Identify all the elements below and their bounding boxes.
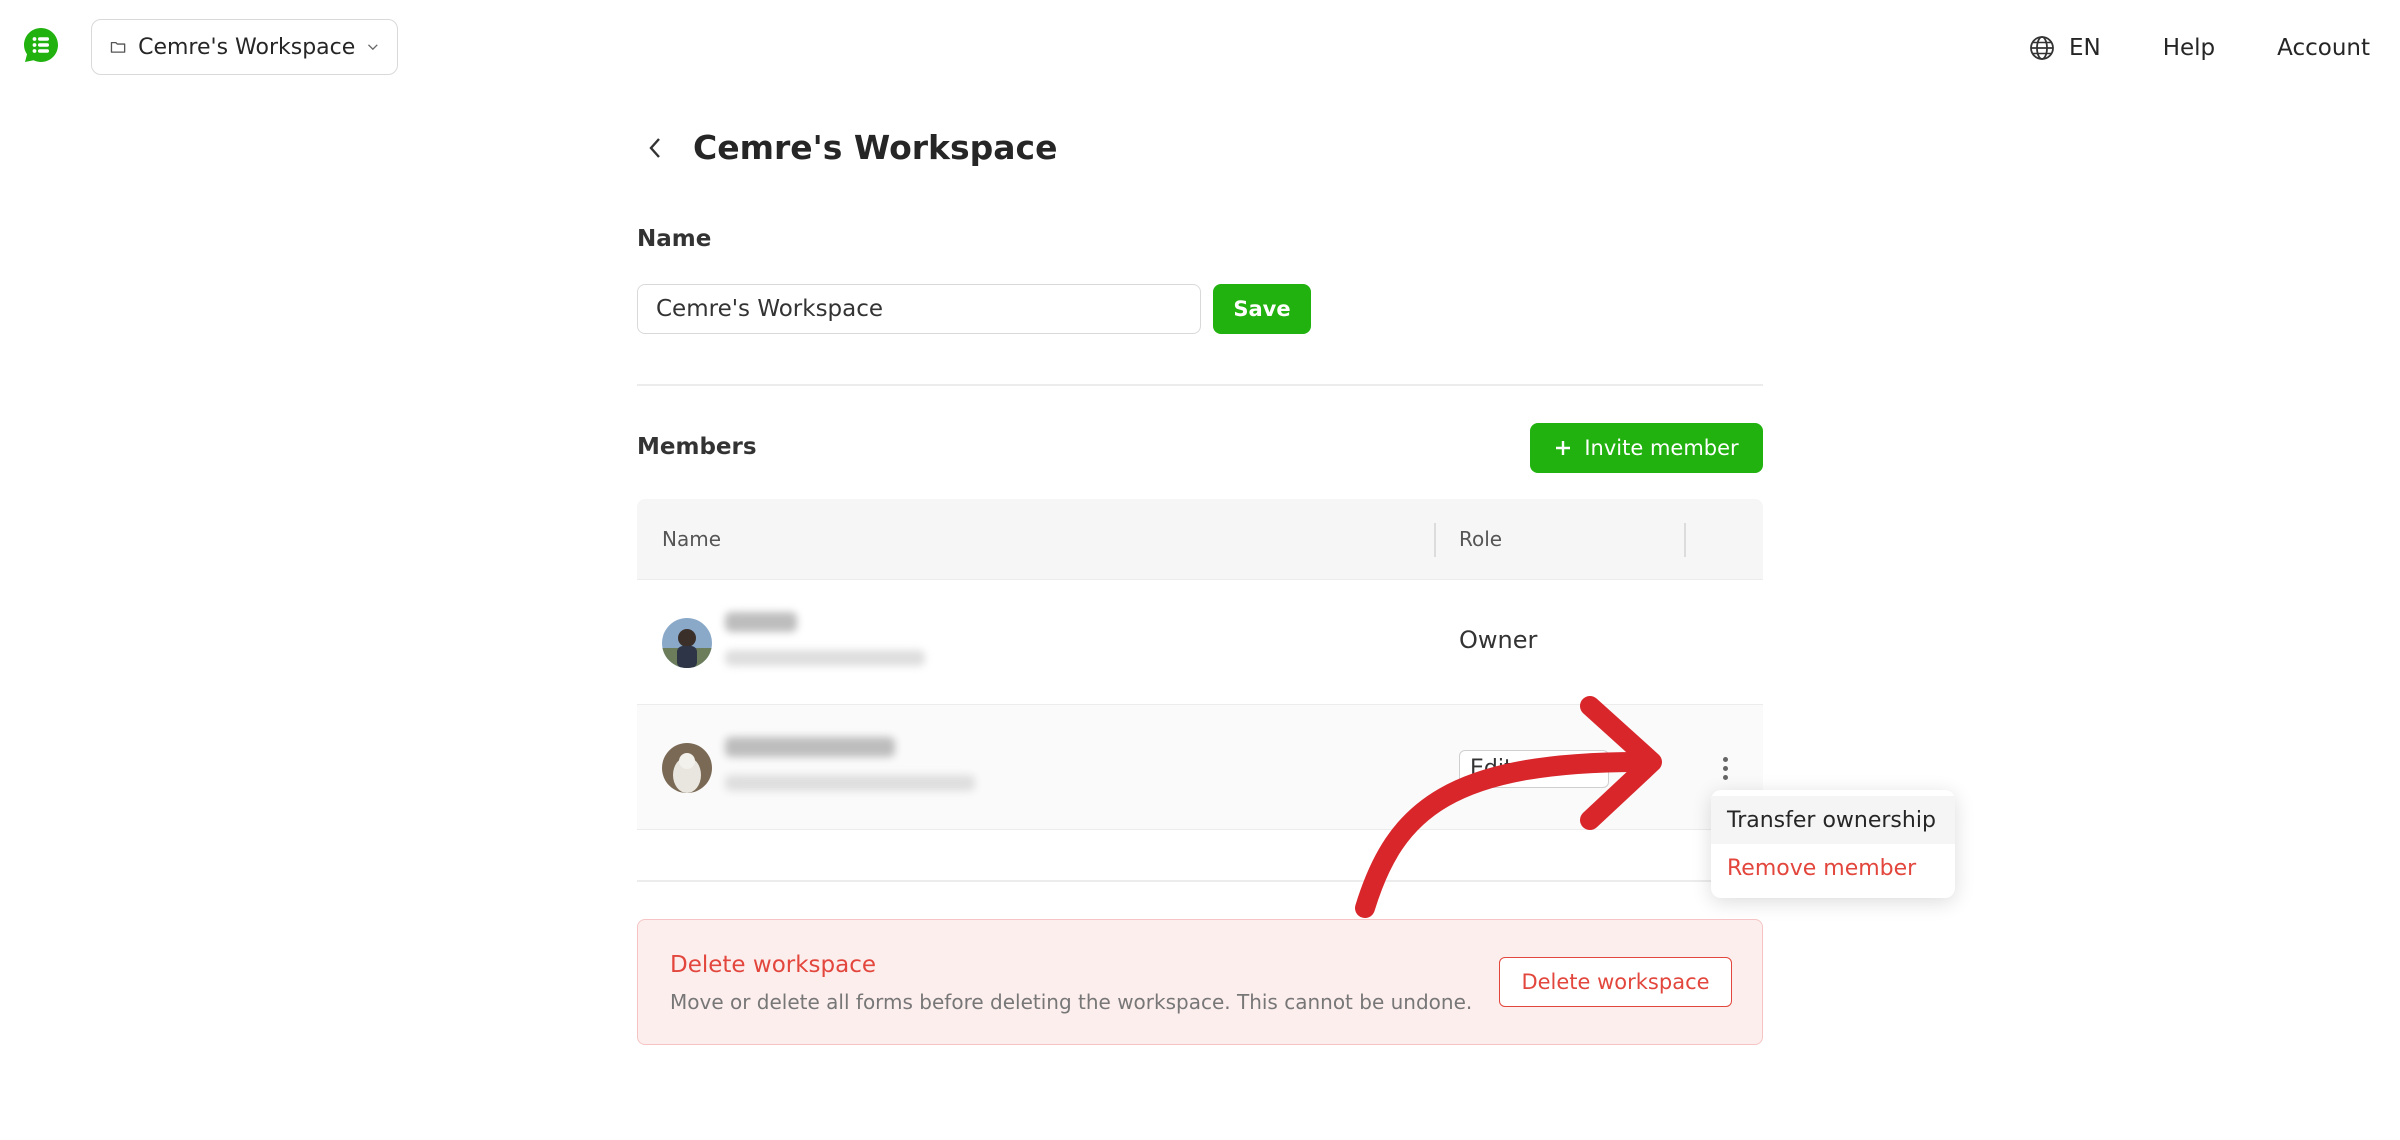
member-email-redacted — [725, 775, 975, 791]
plus-icon — [1556, 441, 1571, 455]
page-title: Cemre's Workspace — [693, 128, 1058, 167]
name-label: Name — [637, 226, 712, 252]
column-divider — [1684, 523, 1686, 557]
members-label: Members — [637, 434, 757, 460]
danger-zone-description: Move or delete all forms before deleting… — [670, 990, 1473, 1014]
member-options-menu: Transfer ownership Remove member — [1711, 790, 1955, 898]
column-header-role: Role — [1459, 527, 1503, 551]
remove-member-item[interactable]: Remove member — [1711, 844, 1955, 892]
invite-member-button[interactable]: Invite member — [1530, 423, 1763, 473]
role-select[interactable]: Editor — [1459, 750, 1609, 788]
divider — [637, 880, 1763, 882]
more-options-icon[interactable] — [1711, 750, 1739, 786]
danger-zone: Delete workspace Move or delete all form… — [637, 919, 1763, 1045]
role-label: Owner — [1459, 626, 1538, 654]
chevron-left-icon — [649, 137, 660, 158]
table-row: Editor — [637, 705, 1763, 830]
account-link[interactable]: Account — [2277, 35, 2370, 61]
column-divider — [1434, 523, 1436, 557]
avatar — [662, 618, 712, 668]
chevron-down-icon — [368, 44, 379, 51]
workspace-name-input[interactable] — [637, 284, 1201, 334]
member-name-redacted — [725, 612, 797, 632]
danger-zone-title: Delete workspace — [670, 952, 877, 978]
transfer-ownership-item[interactable]: Transfer ownership — [1711, 796, 1955, 844]
divider — [637, 384, 1763, 386]
column-header-name: Name — [662, 527, 722, 551]
delete-workspace-button[interactable]: Delete workspace — [1499, 957, 1732, 1007]
language-selector[interactable]: EN — [2029, 35, 2101, 61]
language-label: EN — [2068, 35, 2101, 61]
table-row: Owner — [637, 580, 1763, 705]
globe-icon — [2030, 36, 2054, 60]
member-name-redacted — [725, 737, 895, 757]
avatar — [662, 743, 712, 793]
title-row: Cemre's Workspace — [637, 128, 1057, 167]
folder-icon — [110, 41, 126, 53]
top-navigation: EN Help Account — [2029, 28, 2370, 68]
members-table: Name Role Owner Editor — [637, 499, 1763, 830]
app-logo-icon[interactable] — [22, 26, 60, 64]
workspace-selector[interactable]: Cemre's Workspace — [91, 19, 398, 75]
member-email-redacted — [725, 650, 925, 666]
workspace-selector-label: Cemre's Workspace — [138, 34, 356, 60]
invite-member-label: Invite member — [1584, 436, 1739, 460]
back-button[interactable] — [637, 130, 673, 166]
save-button[interactable]: Save — [1213, 284, 1311, 334]
help-link[interactable]: Help — [2163, 35, 2215, 61]
table-header: Name Role — [637, 499, 1763, 580]
